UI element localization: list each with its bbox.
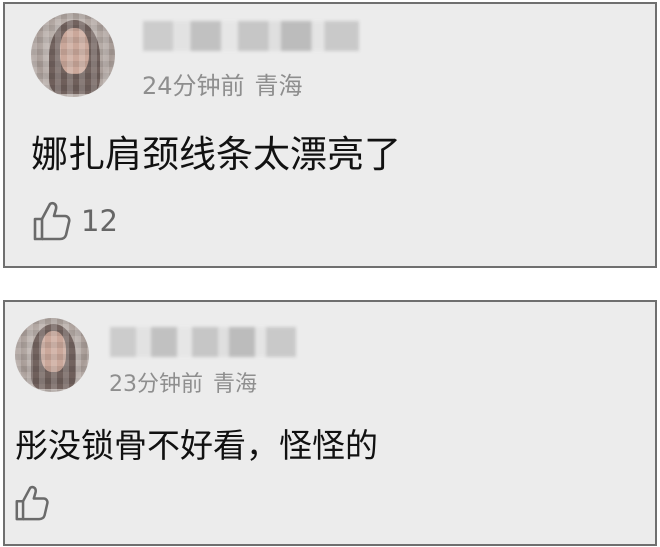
- avatar-mosaic: [15, 318, 89, 392]
- comment-time: 23分钟前: [109, 372, 203, 397]
- username-blurred[interactable]: [110, 327, 296, 357]
- avatar-mosaic: [31, 13, 115, 97]
- comment-location: 青海: [254, 72, 303, 100]
- comment-meta: 24分钟前 青海: [142, 66, 303, 101]
- thumbs-up-icon: [15, 485, 49, 521]
- comment-time: 24分钟前: [142, 72, 245, 100]
- comment-card: 24分钟前 青海 娜扎肩颈线条太漂亮了 12: [3, 2, 657, 268]
- username-blurred[interactable]: [143, 21, 359, 51]
- comment-text: 彤没锁骨不好看，怪怪的: [15, 426, 378, 465]
- like-button[interactable]: [15, 484, 59, 522]
- comment-location: 青海: [213, 372, 258, 397]
- comment-text: 娜扎肩颈线条太漂亮了: [31, 133, 401, 176]
- user-avatar[interactable]: [15, 318, 89, 392]
- comment-meta: 23分钟前 青海: [109, 366, 257, 398]
- comment-card: 23分钟前 青海 彤没锁骨不好看，怪怪的: [3, 300, 657, 546]
- user-avatar[interactable]: [31, 13, 115, 97]
- like-count: 12: [81, 204, 118, 238]
- thumbs-up-icon: [33, 201, 71, 241]
- like-button[interactable]: 12: [33, 200, 118, 242]
